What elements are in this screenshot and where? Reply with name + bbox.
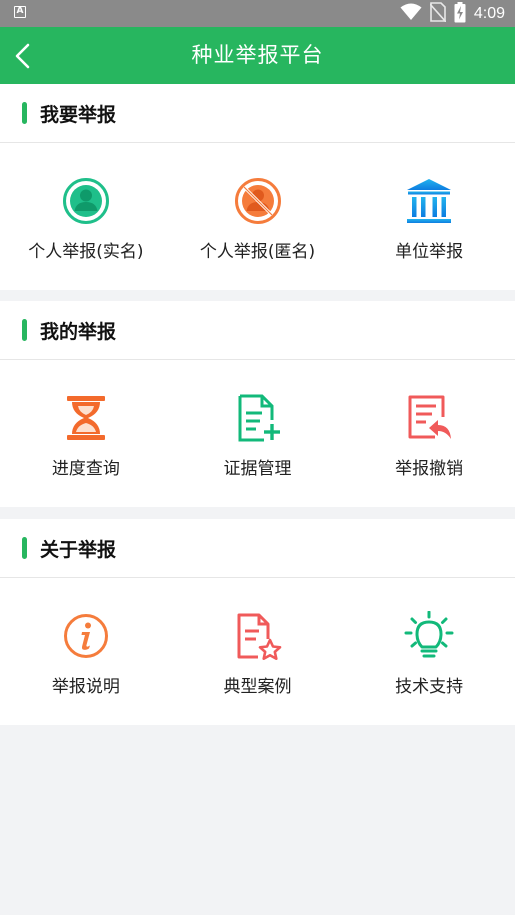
lightbulb-icon <box>403 610 455 662</box>
no-sim-icon <box>429 2 447 26</box>
report-real-name-button[interactable]: 个人举报(实名) <box>0 143 172 290</box>
section-my-reports: 我的举报 进度查询 证据管理 举报撤销 <box>0 301 515 507</box>
status-icons: 4:09 <box>400 1 505 27</box>
report-organization-button[interactable]: 单位举报 <box>343 143 515 290</box>
report-anonymous-button[interactable]: 个人举报(匿名) <box>172 143 344 290</box>
menu-grid: 进度查询 证据管理 举报撤销 <box>0 360 515 507</box>
grid-label: 个人举报(匿名) <box>199 242 316 262</box>
report-instructions-button[interactable]: 举报说明 <box>0 578 172 725</box>
status-time: 4:09 <box>473 5 505 22</box>
section-title: 关于举报 <box>40 538 117 561</box>
grid-label: 证据管理 <box>223 459 292 479</box>
section-header: 关于举报 <box>0 519 515 578</box>
page-title: 种业举报平台 <box>191 43 324 67</box>
section-accent-bar <box>22 102 27 124</box>
back-button[interactable] <box>6 37 40 75</box>
section-accent-bar <box>22 319 27 341</box>
a-notification-icon: A <box>14 6 26 18</box>
progress-query-button[interactable]: 进度查询 <box>0 360 172 507</box>
chevron-left-icon <box>15 43 30 69</box>
technical-support-button[interactable]: 技术支持 <box>343 578 515 725</box>
grid-label: 举报说明 <box>51 677 120 697</box>
section-title: 我要举报 <box>40 103 117 126</box>
hourglass-icon <box>60 392 112 444</box>
section-about: 关于举报 举报说明 典型案例 技术支持 <box>0 519 515 725</box>
status-bar: A 4:09 <box>0 0 515 27</box>
section-header: 我要举报 <box>0 84 515 143</box>
section-report: 我要举报 个人举报(实名) 个人举报(匿名) 单位举报 <box>0 84 515 290</box>
typical-cases-button[interactable]: 典型案例 <box>172 578 344 725</box>
grid-label: 单位举报 <box>395 242 464 262</box>
section-title: 我的举报 <box>40 320 117 343</box>
grid-label: 技术支持 <box>395 677 464 697</box>
battery-charging-icon <box>454 1 466 27</box>
anonymous-person-icon <box>232 175 284 227</box>
person-circle-icon <box>60 175 112 227</box>
app-header: 种业举报平台 <box>0 27 515 84</box>
info-circle-icon <box>60 610 112 662</box>
document-add-icon <box>232 392 284 444</box>
document-star-icon <box>232 610 284 662</box>
document-undo-icon <box>403 392 455 444</box>
grid-label: 进度查询 <box>51 459 120 479</box>
section-header: 我的举报 <box>0 301 515 360</box>
report-revoke-button[interactable]: 举报撤销 <box>343 360 515 507</box>
section-accent-bar <box>22 537 27 559</box>
menu-grid: 个人举报(实名) 个人举报(匿名) 单位举报 <box>0 143 515 290</box>
grid-label: 典型案例 <box>223 677 292 697</box>
menu-grid: 举报说明 典型案例 技术支持 <box>0 578 515 725</box>
grid-label: 举报撤销 <box>395 459 464 479</box>
institution-building-icon <box>403 175 455 227</box>
evidence-management-button[interactable]: 证据管理 <box>172 360 344 507</box>
wifi-icon <box>400 3 422 25</box>
grid-label: 个人举报(实名) <box>28 242 144 262</box>
